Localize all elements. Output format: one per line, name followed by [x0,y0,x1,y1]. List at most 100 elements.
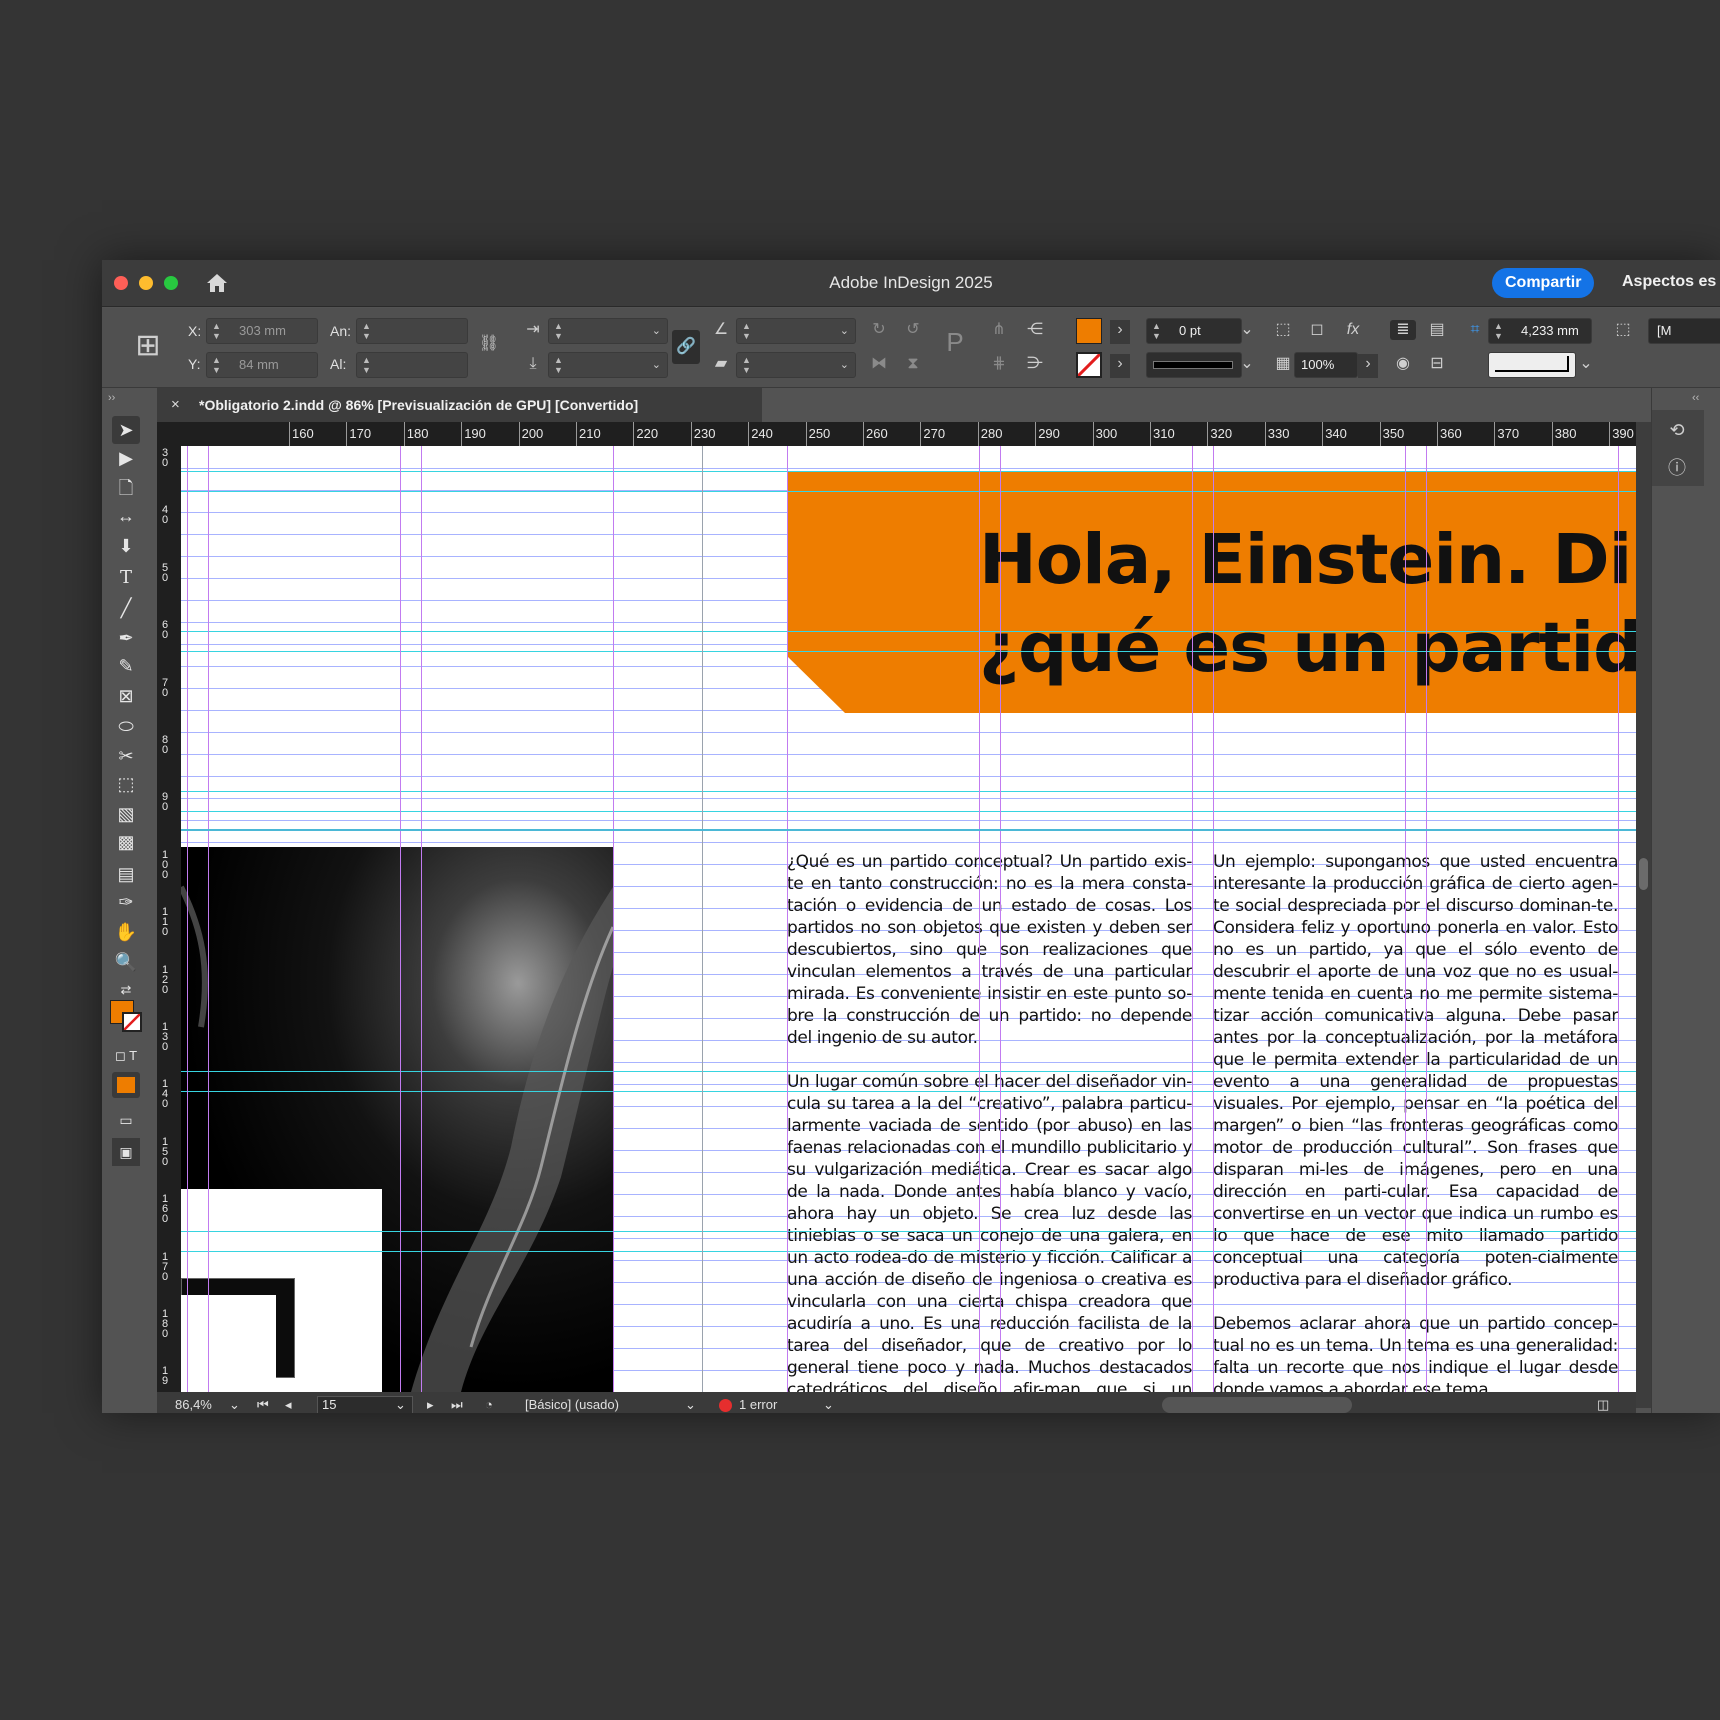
height-field[interactable]: ▲ ▼ [356,352,468,378]
apply-color-icon[interactable] [112,1072,140,1098]
body-text-column-right[interactable]: Un ejemplo: supongamos que usted encuent… [1213,851,1618,1392]
pencil-tool-icon[interactable]: ✎ [112,652,140,680]
constrain-proportions-icon[interactable]: ⛓ [478,334,500,354]
rotate-ccw-icon[interactable]: ↺ [902,320,924,340]
screen-mode-icon[interactable]: ▣ [112,1138,140,1166]
column-guide[interactable] [1405,446,1406,1392]
shear-angle-field[interactable]: ▲ ▼ ⌄ [736,352,856,378]
document-canvas[interactable]: Hola, Einstein. Dime ¿qué es un partido … [181,446,1636,1392]
select-next-icon[interactable]: ⋺ [1022,354,1048,374]
stroke-type-field[interactable] [1146,352,1242,378]
column-guide[interactable] [1426,446,1427,1392]
margin-guide[interactable] [181,829,1636,831]
line-tool-icon[interactable]: ╱ [112,594,140,622]
select-previous-icon[interactable]: ⋲ [1022,320,1048,340]
width-field[interactable]: ▲ ▼ [356,318,468,344]
stroke-weight-field[interactable]: ▲ ▼ 0 pt [1146,318,1242,344]
body-text-column-left[interactable]: ¿Qué es un partido conceptual? Un partid… [787,851,1192,1392]
collapse-tools-icon[interactable]: ›› [108,392,115,404]
gap-tool-icon[interactable]: ↔ [112,502,140,530]
collapse-panels-icon[interactable]: ‹‹ [1692,392,1699,404]
rotation-angle-field[interactable]: ▲ ▼ ⌄ [736,318,856,344]
vertical-scrollbar[interactable] [1636,422,1651,1408]
corner-shape-dropdown-icon[interactable]: ⌄ [1576,354,1596,374]
effects-icon[interactable]: fx [1340,320,1366,340]
formatting-affects-container-icon[interactable]: ◻ T [112,1042,140,1070]
rotate-cw-icon[interactable]: ↻ [868,320,890,340]
horizontal-scroll-thumb[interactable] [1162,1397,1352,1413]
select-content-icon[interactable]: ⋕ [988,354,1010,374]
stroke-weight-dropdown-icon[interactable]: ⌄ [1236,320,1258,340]
vertical-ruler[interactable]: 30 40 50 60 70 80 90 100 110 120 130 140 150 160 170 18… [157,446,181,1408]
gradient-swatch-tool-icon[interactable]: ▧ [112,800,140,828]
zoom-dropdown-icon[interactable]: ⌄ [229,1392,240,1413]
eyedropper-tool-icon[interactable]: ✑ [112,888,140,916]
free-transform-tool-icon[interactable]: ⬚ [112,770,140,798]
wrap-around-shape-icon[interactable]: ▤ [1424,320,1450,340]
link-scale-icon[interactable]: 🔗 [672,330,700,364]
drop-shadow-icon[interactable]: ◻ [1306,320,1328,340]
split-view-icon[interactable]: ◫ [1597,1392,1609,1413]
object-style-field[interactable]: [M [1648,318,1720,344]
column-guide[interactable] [208,446,209,1392]
history-panel-icon[interactable]: ⟲ [1665,420,1689,441]
next-page-icon[interactable]: ▸ [427,1392,434,1413]
opacity-menu-icon[interactable]: › [1358,354,1378,378]
selection-tool-icon[interactable]: ➤ [112,416,140,444]
column-guide[interactable] [1192,446,1193,1392]
horizontal-ruler[interactable]: 160 170 180 190 200 210 220 230 240 250 260 270 280 2… [157,422,1720,446]
column-guide[interactable] [1213,446,1214,1392]
workspace-menu[interactable]: Aspectos es [1622,273,1716,291]
page-dropdown-icon[interactable]: ⌄ [395,1392,406,1413]
column-guide[interactable] [1618,446,1619,1392]
frame-fitting-icon[interactable]: ⬚ [1272,320,1294,340]
ellipse-tool-icon[interactable]: ⬭ [112,712,140,740]
preflight-errors[interactable]: 1 error [739,1392,777,1413]
column-guide[interactable] [787,446,788,1392]
preflight-profile-icon[interactable]: ◔ [485,1392,493,1413]
column-guide[interactable] [613,446,614,1392]
corner-options-icon[interactable]: ⌗ [1462,320,1488,340]
scale-y-field[interactable]: ▲ ▼ ⌄ [548,352,668,378]
errors-dropdown-icon[interactable]: ⌄ [823,1392,834,1413]
share-button[interactable]: Compartir [1492,268,1595,298]
fill-menu-icon[interactable]: › [1110,320,1130,344]
align-center-icon[interactable]: ⊟ [1424,354,1450,374]
page-tool-icon[interactable]: 🗋 [112,474,140,502]
type-tool-icon[interactable]: T [112,564,140,592]
apply-none-icon[interactable]: ▭ [112,1106,140,1134]
stroke-type-dropdown-icon[interactable]: ⌄ [1236,354,1258,374]
column-guide[interactable] [702,446,703,1392]
scissors-tool-icon[interactable]: ✂ [112,742,140,770]
column-guide[interactable] [421,446,422,1392]
document-tab[interactable]: × *Obligatorio 2.indd @ 86% [Previsualiz… [157,388,762,422]
reference-point-icon[interactable]: ⊞ [130,328,166,364]
last-page-icon[interactable]: ⏭ [451,1392,463,1413]
text-wrap-icon[interactable]: ≣ [1390,320,1416,340]
auto-fit-icon[interactable]: ◉ [1390,354,1416,374]
gradient-feather-tool-icon[interactable]: ▩ [112,828,140,856]
white-inner-frame[interactable] [181,1295,276,1392]
y-position-field[interactable]: ▲ ▼ 84 mm [206,352,318,378]
zoom-level[interactable]: 86,4% [175,1392,212,1413]
scale-x-field[interactable]: ▲ ▼ ⌄ [548,318,668,344]
headline-frame[interactable]: Hola, Einstein. Dime ¿qué es un partido … [979,516,1636,692]
column-guide[interactable] [187,446,188,1392]
content-collector-icon[interactable]: ⬇ [112,532,140,560]
preflight-profile[interactable]: [Básico] (usado) [525,1392,619,1413]
column-guide[interactable] [1000,446,1001,1392]
column-guide[interactable] [400,446,401,1392]
object-style-icon[interactable]: ⬚ [1610,320,1636,340]
previous-page-icon[interactable]: ◂ [285,1392,292,1413]
select-container-icon[interactable]: ⋔ [988,320,1010,340]
vertical-scroll-thumb[interactable] [1639,858,1648,890]
fill-swatch[interactable] [1076,318,1102,344]
zoom-tool-icon[interactable]: 🔍 [112,948,140,976]
opacity-field[interactable]: 100% [1294,352,1358,378]
rectangle-frame-tool-icon[interactable]: ⊠ [112,682,140,710]
corner-shape-field[interactable] [1488,352,1576,378]
stroke-menu-icon[interactable]: › [1110,354,1130,378]
corner-size-field[interactable]: ▲ ▼ 4,233 mm [1488,318,1592,344]
hand-tool-icon[interactable]: ✋ [112,918,140,946]
preflight-dropdown-icon[interactable]: ⌄ [685,1392,696,1413]
